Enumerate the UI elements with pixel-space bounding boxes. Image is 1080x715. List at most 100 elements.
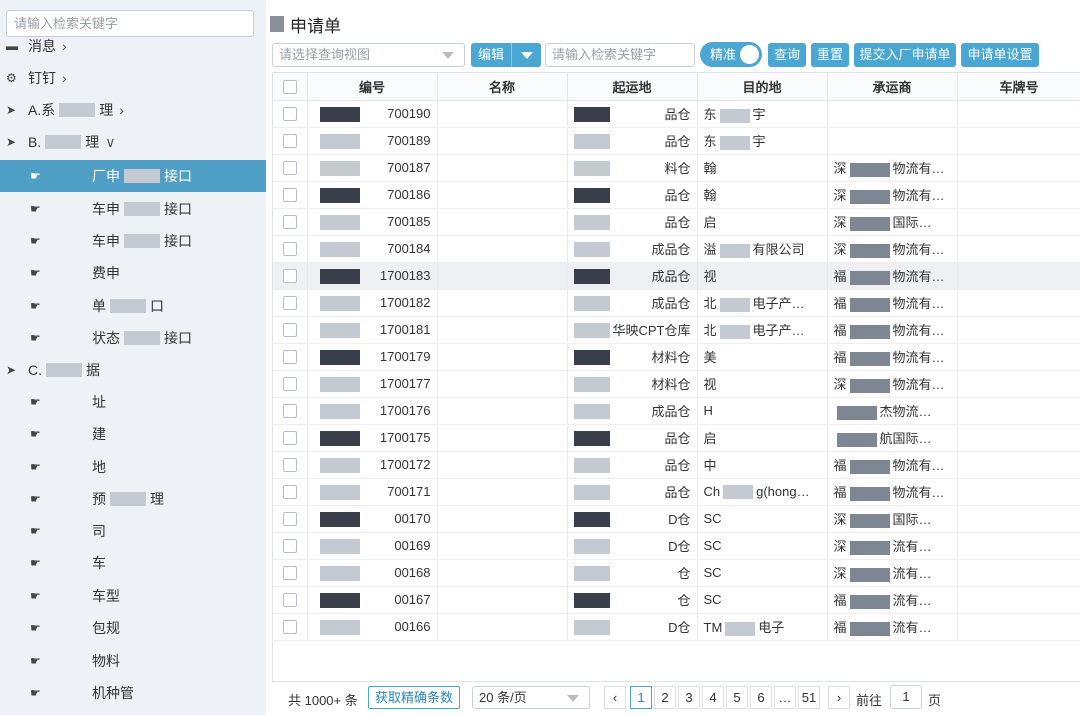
request-settings-button[interactable]: 申请单设置 [961, 43, 1039, 67]
page-button[interactable]: 6 [750, 686, 772, 709]
table-row[interactable]: 00167 仓 SC 福流有… [273, 586, 1080, 614]
table-row[interactable]: 00170 D仓 SC 深国际… [273, 505, 1080, 533]
sidebar-item[interactable]: ☛ 地 [0, 451, 266, 483]
row-checkbox[interactable] [273, 316, 308, 344]
sidebar-item[interactable]: ➤ B. 理 ∨ [0, 126, 266, 158]
reset-button[interactable]: 重置 [811, 43, 849, 67]
sidebar-item[interactable]: ☛ 单口 [0, 290, 266, 322]
prev-page-button[interactable]: ‹ [604, 686, 626, 709]
row-checkbox[interactable] [273, 586, 308, 614]
page-number-input[interactable]: 1 [890, 685, 922, 709]
row-checkbox[interactable] [273, 505, 308, 533]
sidebar-item[interactable]: ⚙ 钉钉 › [0, 62, 266, 94]
table-row[interactable]: 700189 品仓东宇 [273, 127, 1080, 155]
row-checkbox[interactable] [273, 235, 308, 263]
row-checkbox[interactable] [273, 154, 308, 182]
sidebar-item[interactable]: ☛ 建 [0, 418, 266, 450]
column-header[interactable]: 目的地 [697, 73, 828, 101]
row-checkbox[interactable] [273, 370, 308, 398]
table-cell [957, 424, 1080, 452]
page-button[interactable]: 1 [630, 686, 652, 709]
page-button[interactable]: 5 [726, 686, 748, 709]
sidebar-item[interactable]: ☛ 车申 接口 [0, 193, 266, 225]
column-header[interactable]: 名称 [437, 73, 568, 101]
sidebar-item[interactable]: ➤ A.系理 › [0, 94, 266, 126]
row-checkbox[interactable] [273, 127, 308, 155]
row-checkbox[interactable] [273, 559, 308, 587]
table-row[interactable]: 00168 仓 SC 深流有… [273, 559, 1080, 587]
sidebar-item[interactable]: ☛ 车申 接口 [0, 225, 266, 257]
sidebar-item[interactable]: ☛ 机种管 [0, 677, 266, 709]
edit-dropdown-button[interactable] [511, 43, 541, 67]
table-cell: 材料仓 [567, 343, 698, 371]
table-row[interactable]: 1700176 成品仓 H 杰物流… [273, 397, 1080, 425]
row-checkbox[interactable] [273, 100, 308, 128]
row-checkbox[interactable] [273, 397, 308, 425]
query-button[interactable]: 查询 [768, 43, 806, 67]
table-row[interactable]: 1700182 成品仓北电子产… 福物流有… [273, 289, 1080, 317]
rocket-icon: ➤ [6, 363, 17, 377]
table-row[interactable]: 700186 品仓翰深物流有… [273, 181, 1080, 209]
sidebar-item[interactable]: ☛ 司 [0, 515, 266, 547]
sidebar-item[interactable]: ☛ 费申 [0, 257, 266, 289]
column-header[interactable]: 编号 [307, 73, 438, 101]
sidebar-item[interactable]: ☛ 址 [0, 386, 266, 418]
sidebar-item[interactable]: ▬ 消息 › [0, 30, 266, 62]
row-checkbox[interactable] [273, 451, 308, 479]
sidebar-item[interactable]: ☛ 车 [0, 547, 266, 579]
row-checkbox[interactable] [273, 478, 308, 506]
next-page-button[interactable]: › [828, 686, 850, 709]
row-checkbox[interactable] [273, 181, 308, 209]
view-select[interactable]: 请选择查询视图 [272, 43, 465, 67]
table-row[interactable]: 700185 品仓启深国际… [273, 208, 1080, 236]
row-checkbox[interactable] [273, 262, 308, 290]
page-button[interactable]: 4 [702, 686, 724, 709]
select-all-checkbox[interactable] [273, 73, 308, 101]
exact-toggle[interactable]: 精准 [700, 42, 762, 67]
table-row[interactable]: 1700181 华映CPT仓库北电子产… 福物流有… [273, 316, 1080, 344]
row-checkbox[interactable] [273, 613, 308, 641]
page-button[interactable]: 2 [654, 686, 676, 709]
column-header[interactable]: 起运地 [567, 73, 698, 101]
sidebar-item[interactable]: ☛ 预理 [0, 483, 266, 515]
table-row[interactable]: 1700183 成品仓视福物流有… [273, 262, 1080, 290]
page-button[interactable]: … [774, 686, 796, 709]
hand-pointer-icon: ☛ [30, 169, 41, 183]
row-checkbox[interactable] [273, 424, 308, 452]
table-row[interactable]: 700190 品仓东宇 [273, 100, 1080, 128]
toolbar: 请选择查询视图 编辑 请输入检索关键字 精准 查询 重置 提交入厂申请单 申请单… [272, 42, 1072, 68]
row-checkbox[interactable] [273, 208, 308, 236]
page-button[interactable]: 3 [678, 686, 700, 709]
table-row[interactable]: 00166 D仓 TM 电子福流有… [273, 613, 1080, 641]
submit-inbound-request-button[interactable]: 提交入厂申请单 [854, 43, 956, 67]
table-row[interactable]: 700187 料仓翰深物流有… [273, 154, 1080, 182]
sidebar-item[interactable]: ➤ C. 据 [0, 354, 266, 386]
table-row[interactable]: 00169 D仓 SC 深流有… [273, 532, 1080, 560]
sidebar-item[interactable]: ☛ 包规 [0, 612, 266, 644]
page-size-select[interactable]: 20 条/页 [472, 686, 590, 709]
row-checkbox[interactable] [273, 289, 308, 317]
chevron-right-icon: › [62, 38, 67, 54]
table-row[interactable]: 1700179 材料仓美福物流有… [273, 343, 1080, 371]
table-row[interactable]: 1700172 品仓中福物流有… [273, 451, 1080, 479]
sidebar-item[interactable]: ☛ 厂申 接口 [0, 160, 266, 192]
keyword-search-input[interactable]: 请输入检索关键字 [545, 43, 695, 67]
row-checkbox[interactable] [273, 532, 308, 560]
table-cell: Ch g(hong… [697, 478, 828, 506]
edit-button[interactable]: 编辑 [471, 43, 511, 67]
table-row[interactable]: 1700175 品仓启航国际… [273, 424, 1080, 452]
table-cell: 00170 [307, 505, 438, 533]
table-row[interactable]: 700171 品仓 Ch g(hong… 福物流有… [273, 478, 1080, 506]
table-row[interactable]: 1700177 材料仓视深物流有… [273, 370, 1080, 398]
table-cell [437, 100, 568, 128]
sidebar-item[interactable]: ☛ 车型 [0, 580, 266, 612]
table-row[interactable]: 700184 成品仓溢有限公司深物流有… [273, 235, 1080, 263]
sidebar-item[interactable]: ☛ 物料 [0, 645, 266, 677]
column-header[interactable]: 承运商 [827, 73, 958, 101]
get-exact-count-button[interactable]: 获取精确条数 [368, 686, 461, 709]
page-button[interactable]: 51 [798, 686, 820, 709]
column-header[interactable]: 车牌号 [957, 73, 1080, 101]
sidebar-item[interactable]: ☛ 状态 接口 [0, 322, 266, 354]
table-cell [957, 478, 1080, 506]
row-checkbox[interactable] [273, 343, 308, 371]
